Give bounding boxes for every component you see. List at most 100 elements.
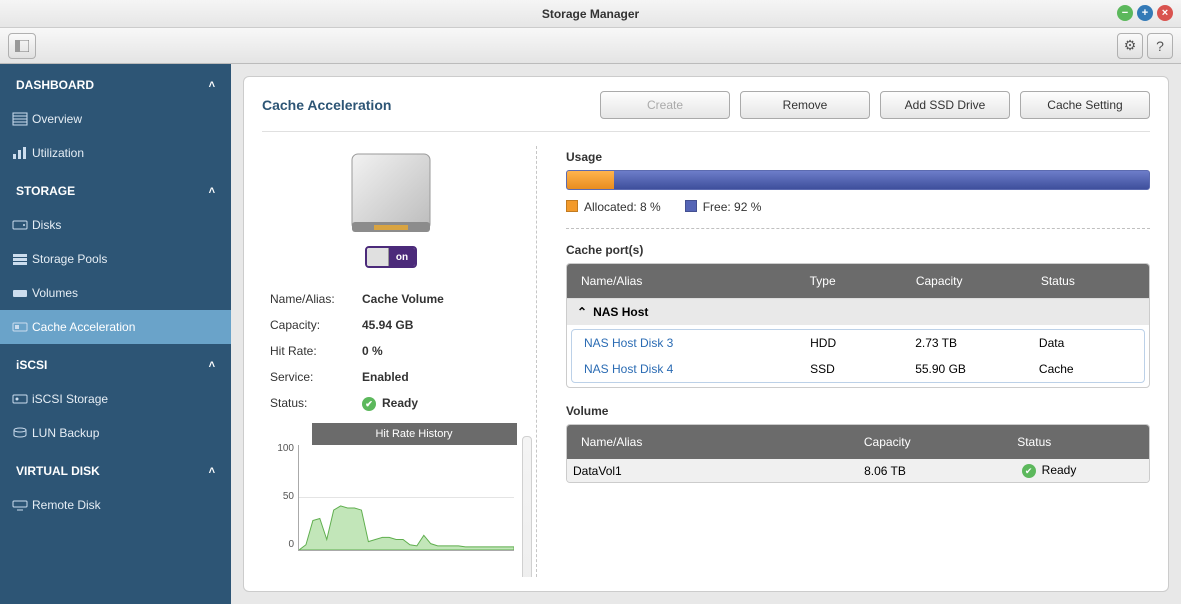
ytick-50: 50 bbox=[266, 491, 294, 502]
remove-button[interactable]: Remove bbox=[740, 91, 870, 119]
sidebar-item-label: Disks bbox=[32, 218, 61, 232]
chevron-up-icon: ˄ bbox=[209, 185, 215, 197]
sidebar-section-iscsi[interactable]: iSCSI˄ bbox=[0, 344, 231, 382]
disk-icon bbox=[12, 218, 28, 232]
col-name: Name/Alias bbox=[575, 270, 804, 292]
sidebar-item-label: Remote Disk bbox=[32, 498, 101, 512]
cacheports-group[interactable]: ⌃ NAS Host bbox=[567, 298, 1149, 325]
allocated-label: Allocated: 8 % bbox=[584, 200, 661, 214]
iscsi-icon bbox=[12, 392, 28, 406]
sidebar-section-virtual-disk[interactable]: VIRTUAL DISK ˄ bbox=[0, 450, 231, 488]
sidebar-item-storage-pools[interactable]: Storage Pools bbox=[0, 242, 231, 276]
vol-col-capacity: Capacity bbox=[858, 431, 1011, 453]
scrollbar[interactable] bbox=[522, 436, 532, 577]
cache-summary: on Name/Alias:Cache Volume Capacity:45.9… bbox=[262, 146, 520, 577]
sidebar-item-overview[interactable]: Overview bbox=[0, 102, 231, 136]
cache-toggle[interactable]: on bbox=[365, 246, 417, 268]
prop-name-label: Name/Alias: bbox=[262, 292, 362, 306]
disk-status: Data bbox=[1033, 332, 1138, 354]
col-type: Type bbox=[804, 270, 910, 292]
minimize-icon[interactable]: − bbox=[1117, 5, 1133, 21]
sidebar-item-label: LUN Backup bbox=[32, 426, 99, 440]
chart-title: Hit Rate History bbox=[312, 423, 517, 445]
sidebar-item-label: Volumes bbox=[32, 286, 78, 300]
disk-type: HDD bbox=[804, 332, 909, 354]
vertical-divider bbox=[536, 146, 542, 577]
usage-bar bbox=[566, 170, 1150, 190]
free-label: Free: 92 % bbox=[703, 200, 762, 214]
vol-status: Ready bbox=[1016, 459, 1149, 482]
section-label: STORAGE bbox=[16, 184, 75, 198]
ytick-100: 100 bbox=[266, 443, 294, 454]
prop-status-label: Status: bbox=[262, 396, 362, 411]
prop-hitrate-value: 0 % bbox=[362, 344, 520, 358]
sidebar-item-label: Storage Pools bbox=[32, 252, 107, 266]
section-label: DASHBOARD bbox=[16, 78, 94, 92]
vol-name: DataVol1 bbox=[567, 460, 858, 482]
disk-type: SSD bbox=[804, 358, 909, 380]
col-capacity: Capacity bbox=[910, 270, 1035, 292]
close-icon[interactable]: × bbox=[1157, 5, 1173, 21]
hitrate-chart: 100 50 0 bbox=[266, 445, 516, 565]
col-status: Status bbox=[1035, 270, 1141, 292]
overview-icon bbox=[12, 112, 28, 126]
disk-link[interactable]: NAS Host Disk 3 bbox=[578, 332, 804, 354]
sidebar-section-storage[interactable]: STORAGE ˄ bbox=[0, 170, 231, 208]
panel-icon bbox=[15, 40, 29, 52]
window-title: Storage Manager bbox=[542, 7, 639, 21]
sidebar-item-disks[interactable]: Disks bbox=[0, 208, 231, 242]
gear-icon: ⚙ bbox=[1124, 37, 1137, 54]
vol-col-status: Status bbox=[1011, 431, 1141, 453]
table-row[interactable]: NAS Host Disk 3HDD2.73 TBData bbox=[572, 330, 1144, 356]
settings-button[interactable]: ⚙ bbox=[1117, 33, 1143, 59]
sidebar-item-label: Overview bbox=[32, 112, 82, 126]
group-label: NAS Host bbox=[593, 305, 648, 319]
prop-service-value: Enabled bbox=[362, 370, 520, 384]
sidebar-item-remote-disk[interactable]: Remote Disk bbox=[0, 488, 231, 522]
prop-capacity-value: 45.94 GB bbox=[362, 318, 520, 332]
lun-icon bbox=[12, 426, 28, 440]
disk-capacity: 2.73 TB bbox=[909, 332, 1033, 354]
sidebar-toggle-button[interactable] bbox=[8, 33, 36, 59]
titlebar: Storage Manager − + × bbox=[0, 0, 1181, 28]
disk-link[interactable]: NAS Host Disk 4 bbox=[578, 358, 804, 380]
free-swatch-icon bbox=[685, 200, 697, 212]
maximize-icon[interactable]: + bbox=[1137, 5, 1153, 21]
prop-service-label: Service: bbox=[262, 370, 362, 384]
cache-setting-button[interactable]: Cache Setting bbox=[1020, 91, 1150, 119]
disk-capacity: 55.90 GB bbox=[909, 358, 1033, 380]
sidebar-item-volumes[interactable]: Volumes bbox=[0, 276, 231, 310]
sidebar-item-lun-backup[interactable]: LUN Backup bbox=[0, 416, 231, 450]
cacheports-table: Name/Alias Type Capacity Status ⌃ NAS Ho… bbox=[566, 263, 1150, 388]
remote-icon bbox=[12, 498, 28, 512]
sidebar-item-utilization[interactable]: Utilization bbox=[0, 136, 231, 170]
table-row[interactable]: DataVol18.06 TBReady bbox=[567, 459, 1149, 482]
create-button[interactable]: Create bbox=[600, 91, 730, 119]
sidebar-section-dashboard[interactable]: DASHBOARD ˄ bbox=[0, 64, 231, 102]
ytick-0: 0 bbox=[266, 539, 294, 550]
toolbar: ⚙ ? bbox=[0, 28, 1181, 64]
help-button[interactable]: ? bbox=[1147, 33, 1173, 59]
add-ssd-button[interactable]: Add SSD Drive bbox=[880, 91, 1010, 119]
allocated-swatch-icon bbox=[566, 200, 578, 212]
table-row[interactable]: NAS Host Disk 4SSD55.90 GBCache bbox=[572, 356, 1144, 382]
section-label: iSCSI bbox=[16, 358, 47, 372]
ssd-icon bbox=[346, 152, 436, 238]
prop-name-value: Cache Volume bbox=[362, 292, 520, 306]
pool-icon bbox=[12, 252, 28, 266]
volume-table: Name/Alias Capacity Status DataVol18.06 … bbox=[566, 424, 1150, 483]
prop-hitrate-label: Hit Rate: bbox=[262, 344, 362, 358]
sidebar-item-label: iSCSI Storage bbox=[32, 392, 108, 406]
vol-capacity: 8.06 TB bbox=[858, 460, 1016, 482]
section-label: VIRTUAL DISK bbox=[16, 464, 100, 478]
sidebar-item-iscsi-storage[interactable]: iSCSI Storage bbox=[0, 382, 231, 416]
sidebar-item-cache-acceleration[interactable]: Cache Acceleration bbox=[0, 310, 231, 344]
sidebar-item-label: Utilization bbox=[32, 146, 84, 160]
toggle-on-label: on bbox=[389, 248, 415, 266]
usage-title: Usage bbox=[566, 150, 1150, 164]
vol-col-name: Name/Alias bbox=[575, 431, 858, 453]
chevron-up-icon: ˄ bbox=[209, 465, 215, 477]
chevron-up-icon: ˄ bbox=[209, 79, 215, 91]
usage-legend: Allocated: 8 % Free: 92 % bbox=[566, 200, 1150, 214]
cache-properties: Name/Alias:Cache Volume Capacity:45.94 G… bbox=[262, 286, 520, 417]
